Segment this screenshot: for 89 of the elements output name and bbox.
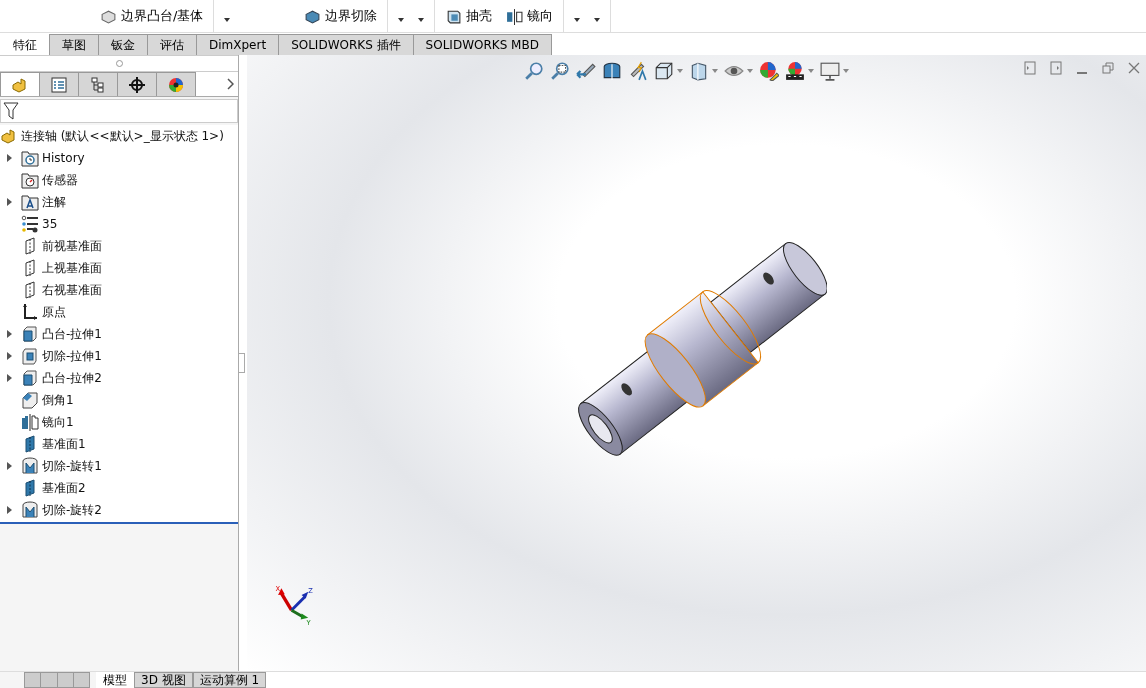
close-icon[interactable] bbox=[1128, 61, 1140, 75]
boundary-boss-button[interactable]: 边界凸台/基体 bbox=[100, 7, 204, 28]
tab[interactable]: 3D 视图 bbox=[134, 672, 193, 688]
color-ball-icon bbox=[167, 75, 185, 94]
tree-item[interactable]: 凸台-拉伸1 bbox=[42, 325, 102, 343]
view-orientation-icon[interactable] bbox=[654, 61, 674, 81]
dropdown-icon[interactable] bbox=[677, 69, 683, 73]
panel-right-icon[interactable] bbox=[1050, 61, 1062, 75]
dropdown-icon bbox=[574, 18, 581, 22]
expand-arrow-icon[interactable] bbox=[6, 374, 12, 382]
section-view-icon[interactable] bbox=[602, 61, 622, 81]
tab[interactable]: 评估 bbox=[147, 34, 197, 55]
origin-icon bbox=[21, 303, 39, 321]
panel-tab[interactable] bbox=[117, 72, 157, 96]
tree-item[interactable]: 传感器 bbox=[42, 171, 78, 189]
block-icon bbox=[100, 7, 117, 25]
dropdown-icon[interactable] bbox=[843, 69, 849, 73]
boundary-cut-button[interactable]: 边界切除 bbox=[304, 7, 378, 28]
tree-item[interactable]: 倒角1 bbox=[42, 391, 74, 409]
display-style-icon[interactable] bbox=[689, 61, 709, 81]
chamfer-icon bbox=[21, 391, 39, 409]
tab[interactable]: 运动算例 1 bbox=[192, 672, 267, 688]
expand-arrow-icon[interactable] bbox=[6, 330, 12, 338]
previous-view-icon[interactable] bbox=[576, 61, 596, 81]
filter-field[interactable] bbox=[0, 99, 238, 123]
tree-item[interactable]: 基准面1 bbox=[42, 435, 86, 453]
expand-arrow-icon[interactable] bbox=[6, 506, 12, 514]
block-icon bbox=[304, 7, 322, 25]
color-ball-icon[interactable] bbox=[759, 61, 779, 81]
tree-item[interactable]: 切除-旋转1 bbox=[42, 457, 102, 475]
material-icon bbox=[21, 215, 39, 233]
scene-icon[interactable] bbox=[785, 61, 805, 81]
tree-item[interactable]: 上视基准面 bbox=[42, 259, 102, 277]
tree-item[interactable]: 右视基准面 bbox=[42, 281, 102, 299]
dropdown-icon bbox=[224, 18, 231, 22]
tab[interactable]: 草图 bbox=[49, 34, 99, 55]
extrude-icon bbox=[21, 325, 39, 343]
tab[interactable]: DimXpert bbox=[196, 34, 280, 55]
revolve-icon bbox=[21, 501, 39, 519]
tree-icon bbox=[89, 75, 107, 94]
chevron-right-icon[interactable] bbox=[226, 78, 234, 90]
mirror-button[interactable]: 镜向 bbox=[506, 7, 554, 28]
zoom-area-icon[interactable] bbox=[550, 61, 570, 81]
tree-item[interactable]: History bbox=[42, 151, 85, 165]
tree-item[interactable]: 连接轴 (默认<<默认>_显示状态 1>) bbox=[21, 127, 224, 145]
part-icon bbox=[11, 75, 29, 94]
filter-icon bbox=[3, 102, 19, 120]
expand-arrow-icon[interactable] bbox=[6, 462, 12, 470]
zoom-fit-icon[interactable] bbox=[524, 61, 544, 81]
tab[interactable]: 模型 bbox=[96, 672, 134, 688]
part-icon bbox=[0, 127, 18, 145]
expand-arrow-icon[interactable] bbox=[6, 154, 12, 162]
shell-button[interactable]: 抽壳 bbox=[445, 7, 493, 28]
panel-left-icon[interactable] bbox=[1024, 61, 1036, 75]
cut-extrude-icon bbox=[21, 347, 39, 365]
revolve-icon bbox=[21, 457, 39, 475]
tree-item[interactable]: 凸台-拉伸2 bbox=[42, 369, 102, 387]
tab[interactable]: SOLIDWORKS 插件 bbox=[278, 34, 414, 55]
tree-item[interactable]: 前视基准面 bbox=[42, 237, 102, 255]
dropdown-icon bbox=[418, 18, 425, 22]
dropdown-icon[interactable] bbox=[712, 69, 718, 73]
mirror-icon bbox=[506, 7, 524, 25]
tab[interactable]: 钣金 bbox=[98, 34, 148, 55]
dropdown-icon[interactable] bbox=[747, 69, 753, 73]
dynamic-annotation-icon[interactable] bbox=[628, 61, 648, 81]
tree-item[interactable]: 基准面2 bbox=[42, 479, 86, 497]
list-icon bbox=[50, 75, 68, 94]
expand-arrow-icon[interactable] bbox=[6, 352, 12, 360]
dropdown-icon[interactable] bbox=[808, 69, 814, 73]
tree-item[interactable]: 注解 bbox=[42, 193, 66, 211]
mirror-icon bbox=[21, 413, 39, 431]
dropdown-icon bbox=[594, 18, 601, 22]
axis-triad-drawing bbox=[278, 588, 309, 620]
extrude-icon bbox=[21, 369, 39, 387]
restore-icon[interactable] bbox=[1102, 61, 1114, 75]
splitter-handle[interactable] bbox=[239, 353, 245, 373]
gauge-folder-icon bbox=[21, 171, 39, 189]
tree-item[interactable]: 切除-拉伸1 bbox=[42, 347, 102, 365]
tree-item[interactable]: 35 bbox=[42, 217, 58, 231]
clock-folder-icon bbox=[21, 149, 39, 167]
dropdown-icon bbox=[398, 18, 405, 22]
tab[interactable]: SOLIDWORKS MBD bbox=[412, 34, 552, 55]
tree-item[interactable]: 切除-旋转2 bbox=[42, 501, 102, 519]
monitor-icon[interactable] bbox=[820, 61, 840, 81]
tree-item[interactable]: 镜向1 bbox=[42, 413, 74, 431]
expand-arrow-icon[interactable] bbox=[6, 198, 12, 206]
crosshair-icon bbox=[128, 75, 146, 94]
tree-item[interactable]: 原点 bbox=[42, 303, 66, 321]
annotation-folder-icon bbox=[21, 193, 39, 211]
